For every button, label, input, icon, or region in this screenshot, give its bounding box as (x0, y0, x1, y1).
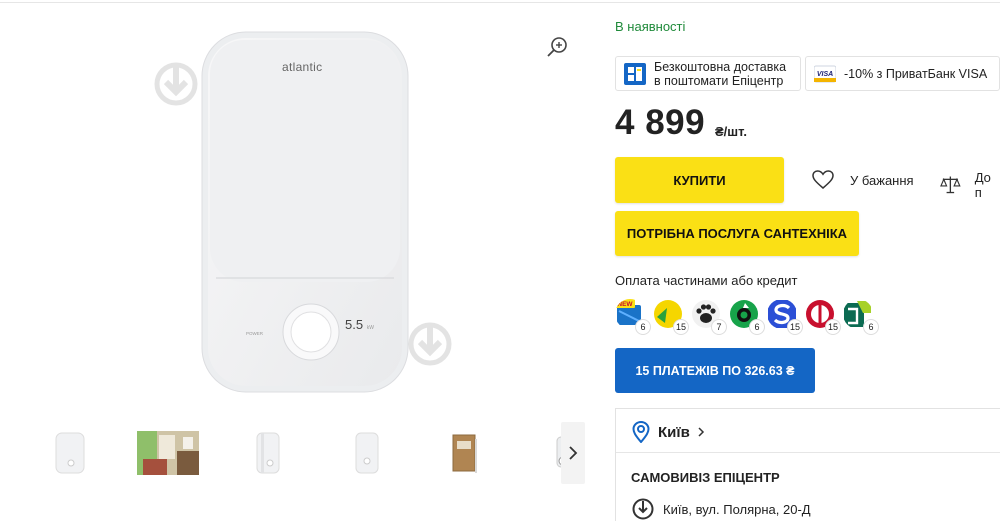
device-power: 5.5 kW (345, 317, 374, 332)
city-label: Київ (658, 423, 690, 441)
promo-delivery-text: Безкоштовна доставка в поштомати Епіцент… (654, 60, 786, 88)
thumbnail-image (55, 432, 85, 474)
bank-s-option[interactable]: 15 (767, 299, 803, 335)
bank-red-option[interactable]: 15 (805, 299, 841, 335)
bank-installments-count: 6 (863, 319, 879, 335)
device-brand: atlantic (282, 60, 323, 74)
scales-icon (940, 176, 961, 194)
buy-button[interactable]: КУПИТИ (615, 157, 784, 203)
top-divider (0, 2, 1000, 3)
promo-visa-text: -10% з ПриватБанк VISA (844, 66, 988, 81)
visa-icon: VISA (814, 65, 836, 82)
heart-icon (812, 170, 834, 189)
thumbnail-image (452, 434, 477, 473)
bank-installments-count: 6 (635, 319, 651, 335)
bank-installments-count: 15 (786, 319, 803, 335)
price-unit: ₴/шт. (715, 124, 747, 139)
thumbnail-interior[interactable] (136, 428, 200, 478)
pickup-title: САМОВИВІЗ ЕПІЦЕНТР (631, 470, 780, 485)
thumbnail-image (355, 432, 379, 474)
bank-teal-option[interactable]: 6 (843, 299, 879, 335)
location-pin-icon (632, 421, 650, 443)
thumbnail-strip (0, 420, 585, 486)
wishlist-button[interactable]: У бажання (812, 170, 914, 190)
bank-installments-count: 6 (749, 319, 765, 335)
svg-text:POWER: POWER (246, 331, 264, 336)
svg-text:NEW: NEW (617, 301, 633, 308)
store-address: Київ, вул. Полярна, 20-Д (663, 501, 811, 517)
thumbnail-image (256, 432, 280, 474)
thumbnail-angle[interactable] (236, 428, 300, 478)
bank-installments-count: 7 (711, 319, 727, 335)
zoom-in-icon[interactable] (545, 35, 569, 59)
chevron-right-icon (569, 446, 578, 460)
price-value: 4 899 (615, 103, 706, 142)
watermark-icon (154, 62, 198, 106)
promo-privatbank-visa[interactable]: VISA -10% з ПриватБанк VISA (805, 56, 1000, 91)
compare-button[interactable]: До п (940, 170, 1000, 200)
availability-status: В наявності (615, 19, 686, 34)
svg-text:VISA: VISA (817, 71, 833, 78)
pickup-store[interactable]: Київ, вул. Полярна, 20-Д (632, 498, 811, 520)
bank-new-option[interactable]: NEW 6 (615, 299, 651, 335)
product-main-image[interactable]: POWER atlantic 5.5 kW (0, 8, 600, 413)
bank-paw-option[interactable]: 7 (691, 299, 727, 335)
compare-label: До п (974, 170, 991, 200)
epicentr-store-icon (632, 498, 654, 520)
thumbnail-side[interactable] (334, 428, 398, 478)
watermark-icon (408, 322, 452, 366)
promo-free-delivery[interactable]: Безкоштовна доставка в поштомати Епіцент… (615, 56, 801, 91)
bank-installments-count: 15 (672, 319, 689, 335)
wishlist-label: У бажання (850, 172, 914, 188)
thumbnail-next-button[interactable] (561, 422, 585, 484)
promo-delivery-line2: в поштомати Епіцентр (654, 73, 784, 88)
chevron-right-icon (698, 427, 704, 437)
thumbnail-box[interactable] (432, 428, 496, 478)
bank-installments-count: 15 (824, 319, 841, 335)
water-heater-image: POWER (201, 31, 409, 393)
bank-yellow-option[interactable]: 15 (653, 299, 689, 335)
pickup-divider (616, 452, 1000, 453)
thumbnail-front[interactable] (38, 428, 102, 478)
installments-button[interactable]: 15 ПЛАТЕЖІВ ПО 326.63 ₴ (615, 348, 815, 393)
credit-title: Оплата частинами або кредит (615, 273, 798, 288)
parcel-locker-icon (624, 62, 646, 85)
bank-green-option[interactable]: 6 (729, 299, 765, 335)
plumber-service-button[interactable]: ПОТРІБНА ПОСЛУГА САНТЕХНІКА (615, 211, 859, 256)
thumbnail-image (137, 431, 199, 475)
city-selector[interactable]: Київ (632, 421, 706, 443)
promo-delivery-line1: Безкоштовна доставка (654, 59, 787, 74)
